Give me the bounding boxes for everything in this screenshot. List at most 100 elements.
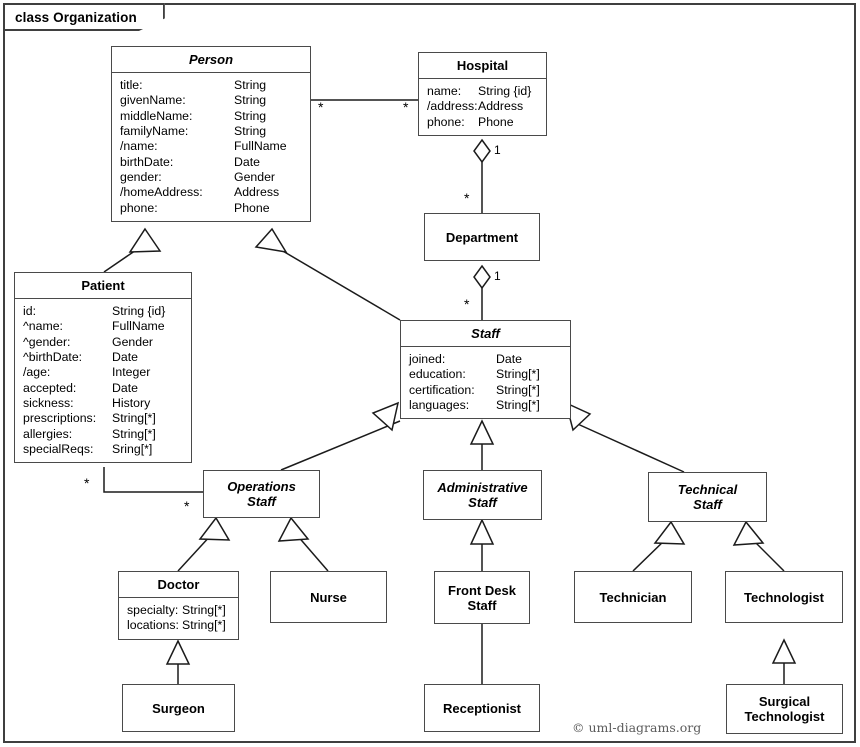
attribute-row: sickness: History: [15, 396, 191, 411]
attribute-key: ^gender:: [23, 334, 71, 349]
copyright-credit: © uml-diagrams.org: [572, 720, 702, 735]
attribute-row: prescriptions: String[*]: [15, 411, 191, 426]
class-staff[interactable]: Staff joined: Date education: String[*] ce…: [400, 320, 571, 420]
attribute-value: String: [234, 124, 267, 139]
attribute-key: certification:: [409, 382, 475, 397]
class-nurse[interactable]: Nurse: [270, 571, 387, 623]
multiplicity-hospital-department-department-end: *: [464, 190, 470, 206]
attribute-key: /homeAddress:: [120, 185, 203, 200]
attribute-value: String[*]: [496, 398, 540, 413]
class-person[interactable]: Person title: String givenName: String mid…: [111, 46, 311, 223]
attribute-value: Gender: [112, 334, 154, 349]
attribute-key: accepted:: [23, 380, 77, 395]
arrow-nurse-opstaff: [277, 516, 310, 542]
attribute-key: ^name:: [23, 319, 63, 334]
attribute-key: gender:: [120, 170, 162, 185]
attribute-key: middleName:: [120, 108, 193, 123]
multiplicity-department-staff-department-end: 1: [494, 269, 501, 283]
class-patient-title: Patient: [15, 273, 191, 299]
class-surgical-technologist[interactable]: Surgical Technologist: [726, 684, 843, 734]
multiplicity-patient-opstaff-opstaff-end: *: [184, 498, 190, 514]
class-hospital[interactable]: Hospital name: String {id} /address: Addre…: [418, 52, 547, 137]
attribute-value: Integer: [112, 365, 151, 380]
multiplicity-patient-opstaff-patient-end: *: [84, 475, 90, 491]
attribute-key: phone:: [427, 114, 465, 129]
attribute-value: Address: [478, 99, 524, 114]
attribute-row: certification: String[*]: [401, 383, 570, 398]
class-front-desk-staff[interactable]: Front Desk Staff: [434, 571, 530, 624]
attribute-row: ^gender: Gender: [15, 335, 191, 350]
attribute-value: String[*]: [112, 426, 156, 441]
gen-techstaff-staff: [570, 420, 685, 473]
attribute-row: /age: Integer: [15, 365, 191, 380]
attribute-value: String[*]: [182, 618, 226, 633]
attribute-row: education: String[*]: [401, 367, 570, 382]
attribute-key: allergies:: [23, 426, 73, 441]
attribute-value: History: [112, 396, 151, 411]
attribute-key: specialty:: [127, 603, 179, 617]
class-person-title: Person: [112, 47, 310, 73]
class-doctor[interactable]: Doctor specialty: String[*] locations: Str…: [118, 571, 239, 640]
multiplicity-person-hospital-person-end: *: [318, 99, 324, 115]
arrow-surgeon-doctor: [165, 639, 191, 665]
class-doctor-title: Doctor: [119, 572, 238, 598]
class-technician[interactable]: Technician: [574, 571, 692, 623]
attribute-value: FullName: [234, 139, 287, 154]
attribute-value: String[*]: [496, 382, 540, 397]
attribute-value: String[*]: [112, 411, 156, 426]
attribute-key: familyName:: [120, 124, 189, 139]
uml-class-diagram: class Organization Person title: String …: [0, 0, 860, 747]
attribute-key: phone:: [120, 200, 158, 215]
attribute-key: sickness:: [23, 396, 74, 411]
gen-staff-person: [275, 246, 401, 321]
attribute-row: middleName: String: [112, 109, 310, 124]
attribute-row: specialReqs: Sring[*]: [15, 442, 191, 457]
class-technologist[interactable]: Technologist: [725, 571, 843, 623]
attribute-row: title: String: [112, 78, 310, 93]
class-nurse-title: Nurse: [310, 589, 347, 605]
attribute-value: String: [234, 78, 267, 92]
attribute-row: givenName: String: [112, 93, 310, 108]
arrow-technician-techstaff: [653, 520, 686, 545]
class-operations-staff[interactable]: Operations Staff: [203, 470, 320, 518]
class-administrative-staff[interactable]: Administrative Staff: [423, 470, 542, 520]
class-staff-title: Staff: [401, 321, 570, 347]
arrow-admstaff-staff: [469, 419, 495, 445]
attribute-key: specialReqs:: [23, 442, 94, 457]
multiplicity-department-staff-staff-end: *: [464, 296, 470, 312]
arrow-staff-person: [254, 227, 288, 254]
attribute-row: familyName: String: [112, 124, 310, 139]
class-technical-staff[interactable]: Technical Staff: [648, 472, 767, 522]
class-surgeon[interactable]: Surgeon: [122, 684, 235, 732]
class-doctor-attributes: specialty: String[*] locations: String[*]: [119, 598, 238, 639]
attribute-value: Date: [112, 350, 138, 365]
class-receptionist-title: Receptionist: [442, 700, 521, 716]
class-front-desk-staff-title: Front Desk Staff: [448, 582, 516, 613]
class-receptionist[interactable]: Receptionist: [424, 684, 540, 732]
attribute-key: birthDate:: [120, 154, 174, 169]
attribute-value: Sring[*]: [112, 442, 153, 457]
attribute-key: ^birthDate:: [23, 350, 83, 365]
attribute-value: String {id}: [112, 304, 166, 318]
link-patient-operations-staff: [103, 467, 203, 493]
attribute-row: gender: Gender: [112, 170, 310, 185]
attribute-key: id:: [23, 304, 36, 318]
class-staff-attributes: joined: Date education: String[*] certific…: [401, 347, 570, 418]
attribute-value: String: [234, 108, 267, 123]
attribute-key: locations:: [127, 618, 179, 633]
attribute-row: phone: Phone: [419, 115, 546, 130]
arrow-frontdesk-admstaff: [469, 518, 495, 545]
attribute-key: /age:: [23, 365, 51, 380]
attribute-key: title:: [120, 78, 143, 92]
attribute-row: accepted: Date: [15, 381, 191, 396]
attribute-value: Date: [496, 352, 522, 366]
attribute-row: joined: Date: [401, 352, 570, 367]
attribute-value: Phone: [478, 114, 514, 129]
attribute-key: joined:: [409, 352, 446, 366]
class-department[interactable]: Department: [424, 213, 540, 261]
arrow-opstaff-staff: [371, 401, 400, 432]
class-patient[interactable]: Patient id: String {id} ^name: FullName ^g…: [14, 272, 192, 464]
attribute-key: /address:: [427, 99, 478, 114]
class-technologist-title: Technologist: [744, 589, 824, 605]
attribute-row: specialty: String[*]: [119, 603, 238, 618]
